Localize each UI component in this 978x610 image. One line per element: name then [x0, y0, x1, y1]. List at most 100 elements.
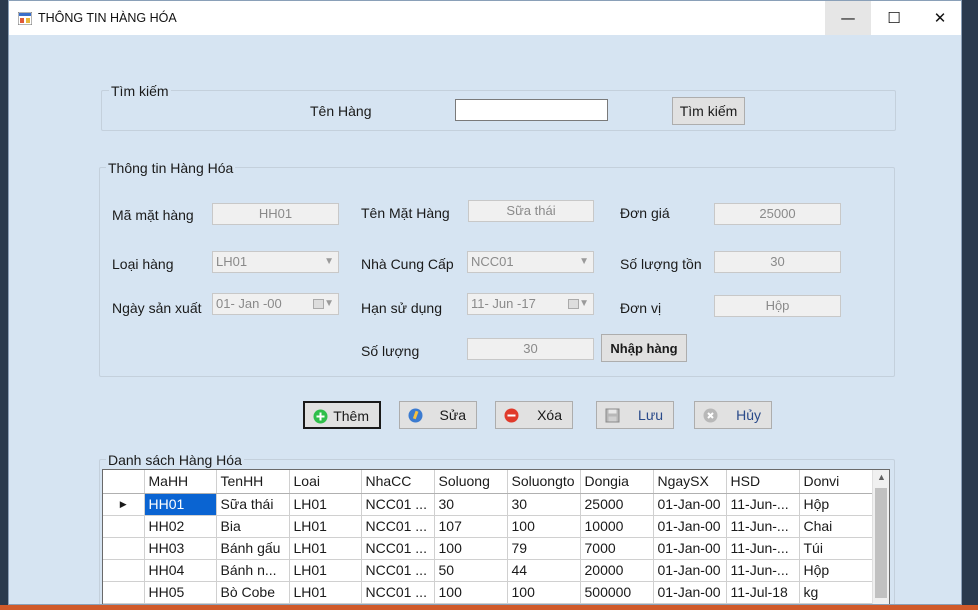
table-cell[interactable]: Chai [799, 515, 873, 538]
table-cell[interactable]: 01-Jan-00 [653, 581, 727, 604]
table-cell[interactable]: 50 [434, 559, 508, 582]
table-cell[interactable]: LH01 [289, 515, 362, 538]
table-cell[interactable]: 01-Jan-00 [653, 515, 727, 538]
table-cell[interactable]: HH03 [144, 537, 217, 560]
scroll-up-icon[interactable]: ▲ [873, 472, 889, 482]
save-button[interactable]: Lưu [596, 401, 674, 429]
table-cell[interactable]: NCC01 ... [361, 537, 435, 560]
row-header[interactable] [103, 537, 145, 560]
row-header-corner [103, 470, 145, 494]
edit-button[interactable]: Sửa [399, 401, 477, 429]
current-row-arrow-icon: ▶ [119, 498, 127, 509]
column-header[interactable]: Loai [289, 470, 362, 494]
product-grid[interactable]: MaHH TenHH Loai NhaCC Soluong Soluongto … [102, 469, 890, 604]
table-cell[interactable]: LH01 [289, 559, 362, 582]
table-cell[interactable]: 30 [507, 493, 581, 516]
table-cell[interactable]: Bia [216, 515, 290, 538]
table-cell[interactable]: HH01 [144, 493, 217, 516]
table-cell[interactable]: Bánh gấu [216, 537, 290, 560]
don-gia-field[interactable]: 25000 [714, 203, 841, 225]
ma-mat-hang-field[interactable]: HH01 [212, 203, 339, 225]
table-cell[interactable]: 11-Jun-... [726, 515, 800, 538]
table-cell[interactable]: Bánh n... [216, 559, 290, 582]
table-cell[interactable]: NCC01 ... [361, 581, 435, 604]
column-header[interactable]: HSD [726, 470, 800, 494]
table-cell[interactable]: LH01 [289, 493, 362, 516]
minimize-button[interactable]: — [825, 1, 871, 35]
nha-cung-cap-select[interactable]: NCC01 ▼ [467, 251, 594, 273]
column-header[interactable]: Donvi [799, 470, 873, 494]
table-cell[interactable]: NCC01 ... [361, 515, 435, 538]
table-cell[interactable]: 25000 [580, 493, 654, 516]
add-button-label: Thêm [333, 408, 369, 424]
row-header[interactable] [103, 515, 145, 538]
table-cell[interactable]: 11-Jul-18 [726, 581, 800, 604]
table-cell[interactable]: 30 [434, 493, 508, 516]
table-row[interactable]: HH03 Bánh gấu LH01 NCC01 ... 100 79 7000 01-Jan… [103, 537, 873, 560]
column-header[interactable]: Soluongto [507, 470, 581, 494]
table-row[interactable]: HH04 Bánh n... LH01 NCC01 ... 50 44 20000 01-Ja… [103, 559, 873, 582]
table-cell[interactable]: Sữa thái [216, 493, 290, 516]
table-cell[interactable]: 100 [507, 515, 581, 538]
han-su-dung-picker[interactable]: 11- Jun -17 ▼ [467, 293, 594, 315]
table-cell[interactable]: 11-Jun-... [726, 537, 800, 560]
add-button[interactable]: Thêm [303, 401, 381, 429]
table-cell[interactable]: 100 [434, 537, 508, 560]
search-button[interactable]: Tìm kiếm [672, 97, 745, 125]
search-input[interactable] [455, 99, 608, 121]
table-cell[interactable]: HH02 [144, 515, 217, 538]
table-cell[interactable]: LH01 [289, 537, 362, 560]
column-header[interactable]: TenHH [216, 470, 290, 494]
table-cell[interactable]: Bò Cobe [216, 581, 290, 604]
table-cell[interactable]: HH05 [144, 581, 217, 604]
table-cell[interactable]: 01-Jan-00 [653, 559, 727, 582]
column-header[interactable]: NhaCC [361, 470, 435, 494]
table-row[interactable]: HH05 Bò Cobe LH01 NCC01 ... 100 100 500000 01-J… [103, 581, 873, 604]
don-vi-field[interactable]: Hộp [714, 295, 841, 317]
table-cell[interactable]: 44 [507, 559, 581, 582]
table-cell[interactable]: NCC01 ... [361, 559, 435, 582]
table-cell[interactable]: 20000 [580, 559, 654, 582]
column-header[interactable]: Dongia [580, 470, 654, 494]
table-cell[interactable]: Túi [799, 537, 873, 560]
column-header[interactable]: MaHH [144, 470, 217, 494]
loai-hang-select[interactable]: LH01 ▼ [212, 251, 339, 273]
row-header[interactable] [103, 559, 145, 582]
table-cell[interactable]: 500000 [580, 581, 654, 604]
table-cell[interactable]: kg [799, 581, 873, 604]
table-row[interactable]: ▶ HH01 Sữa thái LH01 NCC01 ... 30 30 25000 01-Ja… [103, 493, 873, 516]
table-cell[interactable]: LH01 [289, 581, 362, 604]
table-cell[interactable]: Hộp [799, 493, 873, 516]
table-cell[interactable]: 79 [507, 537, 581, 560]
table-cell[interactable]: 01-Jan-00 [653, 493, 727, 516]
table-cell[interactable]: HH04 [144, 559, 217, 582]
table-cell[interactable]: 10000 [580, 515, 654, 538]
table-cell[interactable]: NCC01 ... [361, 493, 435, 516]
so-luong-ton-field[interactable]: 30 [714, 251, 841, 273]
table-cell[interactable]: 11-Jun-... [726, 559, 800, 582]
vertical-scrollbar[interactable]: ▲ [872, 470, 889, 604]
table-cell[interactable]: 7000 [580, 537, 654, 560]
row-header[interactable] [103, 581, 145, 604]
delete-button[interactable]: Xóa [495, 401, 573, 429]
so-luong-field[interactable]: 30 [467, 338, 594, 360]
table-row[interactable]: HH02 Bia LH01 NCC01 ... 107 100 10000 01-Jan-00… [103, 515, 873, 538]
column-header[interactable]: NgaySX [653, 470, 727, 494]
scroll-thumb[interactable] [875, 488, 887, 598]
maximize-button[interactable]: ☐ [871, 1, 917, 35]
column-header[interactable]: Soluong [434, 470, 508, 494]
row-header[interactable]: ▶ [103, 493, 145, 516]
close-button[interactable]: ✕ [917, 1, 961, 35]
table-cell[interactable]: 11-Jun-... [726, 493, 800, 516]
nha-cung-cap-label: Nhà Cung Cấp [361, 256, 454, 272]
ten-mat-hang-field[interactable]: Sữa thái [468, 200, 594, 222]
nhap-hang-button[interactable]: Nhập hàng [601, 334, 687, 362]
ngay-san-xuat-picker[interactable]: 01- Jan -00 ▼ [212, 293, 339, 315]
table-cell[interactable]: 01-Jan-00 [653, 537, 727, 560]
table-cell[interactable]: Hộp [799, 559, 873, 582]
table-cell[interactable]: 100 [434, 581, 508, 604]
han-su-dung-value: 11- Jun -17 [471, 296, 536, 311]
cancel-button[interactable]: Hủy [694, 401, 772, 429]
table-cell[interactable]: 107 [434, 515, 508, 538]
table-cell[interactable]: 100 [507, 581, 581, 604]
